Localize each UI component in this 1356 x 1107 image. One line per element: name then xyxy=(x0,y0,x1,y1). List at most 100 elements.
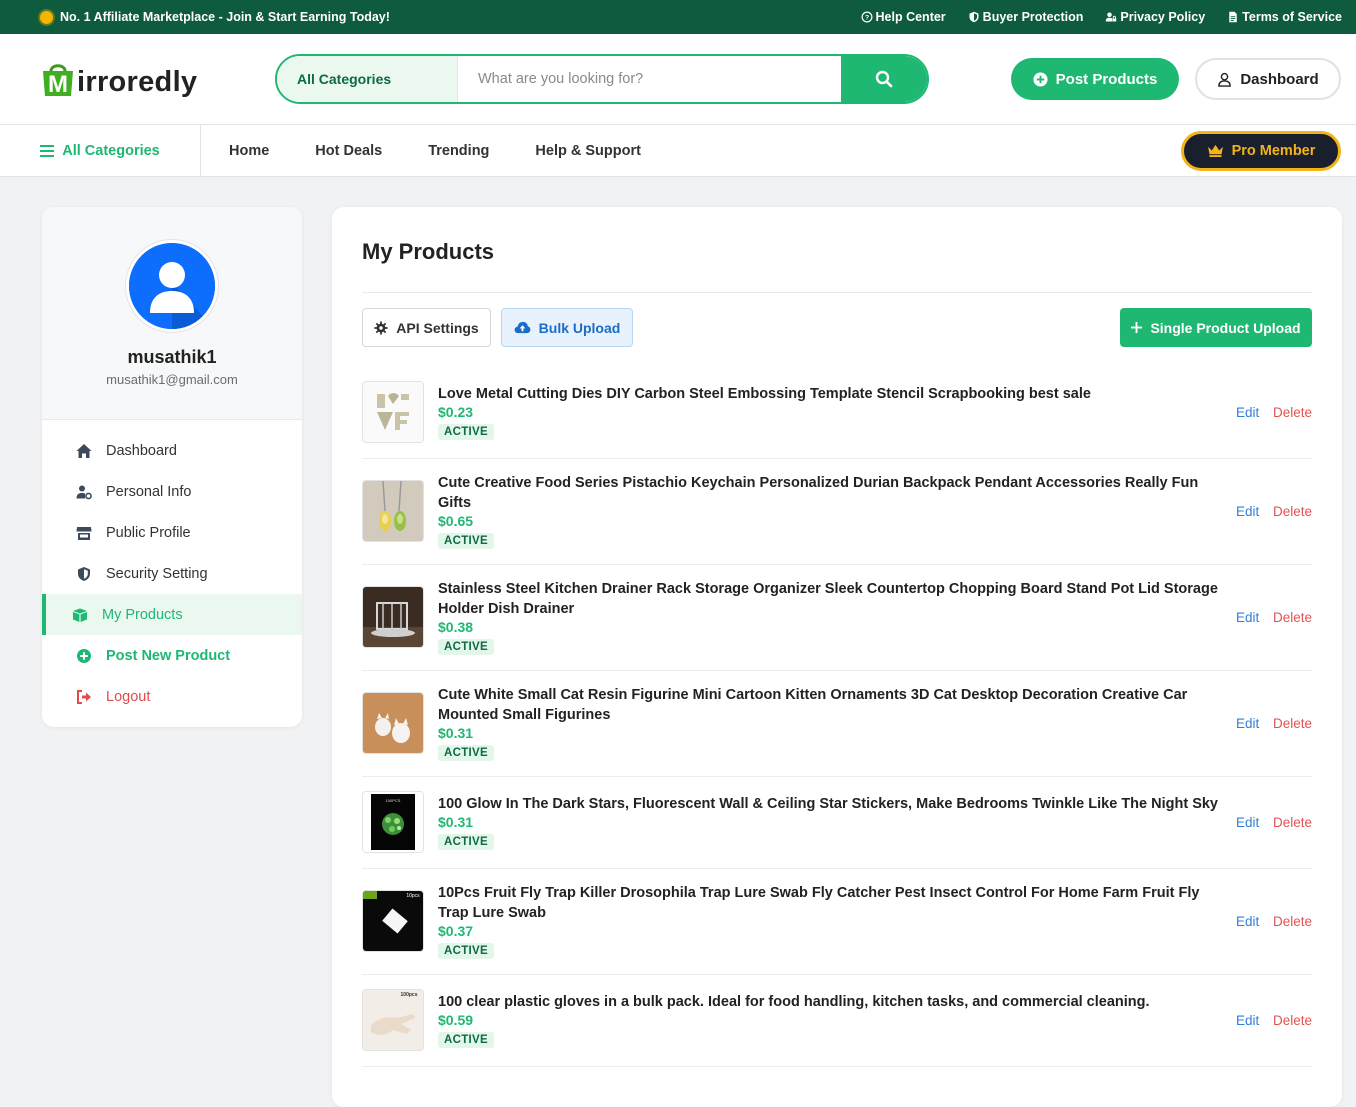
product-thumbnail[interactable] xyxy=(362,381,424,443)
product-row: Cute Creative Food Series Pistachio Keyc… xyxy=(362,459,1312,565)
product-row: Love Metal Cutting Dies DIY Carbon Steel… xyxy=(362,367,1312,459)
product-title[interactable]: Cute Creative Food Series Pistachio Keyc… xyxy=(438,473,1218,513)
product-info: Cute Creative Food Series Pistachio Keyc… xyxy=(438,473,1236,549)
user-email: musathik1@gmail.com xyxy=(106,372,238,387)
product-thumbnail[interactable] xyxy=(362,586,424,648)
edit-link[interactable]: Edit xyxy=(1236,1013,1259,1028)
product-price: $0.59 xyxy=(438,1012,474,1028)
dashboard-button[interactable]: Dashboard xyxy=(1195,58,1341,100)
product-title[interactable]: Love Metal Cutting Dies DIY Carbon Steel… xyxy=(438,384,1218,404)
shopping-bag-logo-icon: M xyxy=(40,61,76,98)
search-input[interactable]: What are you looking for? xyxy=(458,56,841,102)
product-thumbnail[interactable]: 100PCS xyxy=(362,791,424,853)
product-title[interactable]: 10Pcs Fruit Fly Trap Killer Drosophila T… xyxy=(438,883,1218,923)
edit-link[interactable]: Edit xyxy=(1236,815,1259,830)
nav-help-support[interactable]: Help & Support xyxy=(535,143,641,159)
my-products-panel: My Products API Settings Bulk Upload Sin… xyxy=(332,207,1342,1107)
sidebar-item-security[interactable]: Security Setting xyxy=(42,553,302,594)
delete-link[interactable]: Delete xyxy=(1273,914,1312,929)
product-thumbnail[interactable] xyxy=(362,480,424,542)
sidebar-item-label: Security Setting xyxy=(106,565,208,582)
sidebar-item-logout[interactable]: Logout xyxy=(42,676,302,717)
buyer-protection-link[interactable]: Buyer Protection xyxy=(968,10,1083,24)
product-thumbnail[interactable] xyxy=(362,692,424,754)
help-center-link[interactable]: ? Help Center xyxy=(861,10,946,24)
gear-icon xyxy=(374,320,388,335)
sidebar-item-label: Post New Product xyxy=(106,647,231,664)
sidebar-item-personal-info[interactable]: Personal Info xyxy=(42,471,302,512)
status-badge: ACTIVE xyxy=(438,424,494,440)
user-avatar-icon xyxy=(129,243,215,329)
post-products-label: Post Products xyxy=(1055,70,1158,88)
product-title[interactable]: Stainless Steel Kitchen Drainer Rack Sto… xyxy=(438,579,1218,619)
question-circle-icon: ? xyxy=(861,11,872,23)
single-product-upload-button[interactable]: Single Product Upload xyxy=(1120,308,1312,347)
product-row: Cute White Small Cat Resin Figurine Mini… xyxy=(362,671,1312,777)
sidebar-item-label: Personal Info xyxy=(106,483,192,500)
product-row-actions: Edit Delete xyxy=(1236,610,1312,625)
product-title[interactable]: Cute White Small Cat Resin Figurine Mini… xyxy=(438,685,1218,725)
edit-link[interactable]: Edit xyxy=(1236,716,1259,731)
delete-link[interactable]: Delete xyxy=(1273,504,1312,519)
product-row-actions: Edit Delete xyxy=(1236,405,1312,420)
sidebar-item-post-new-product[interactable]: Post New Product xyxy=(42,635,302,676)
product-title[interactable]: 100 Glow In The Dark Stars, Fluorescent … xyxy=(438,794,1218,814)
nav-hot-deals[interactable]: Hot Deals xyxy=(315,143,382,159)
bulk-upload-button[interactable]: Bulk Upload xyxy=(501,308,633,347)
fly-trap-image: 10pcs xyxy=(363,891,423,951)
header-actions: Post Products Dashboard xyxy=(1011,58,1341,100)
all-categories-label: All Categories xyxy=(62,142,160,159)
sidebar-item-dashboard[interactable]: Dashboard xyxy=(42,430,302,471)
bulk-upload-label: Bulk Upload xyxy=(538,319,621,336)
product-thumbnail[interactable]: 10pcs xyxy=(362,890,424,952)
delete-link[interactable]: Delete xyxy=(1273,610,1312,625)
api-settings-label: API Settings xyxy=(396,319,479,336)
product-thumbnail[interactable]: 100pcs xyxy=(362,989,424,1051)
delete-link[interactable]: Delete xyxy=(1273,716,1312,731)
product-row: 100pcs 100 clear plastic gloves in a bul… xyxy=(362,975,1312,1067)
product-row-actions: Edit Delete xyxy=(1236,504,1312,519)
product-row: 10pcs 10Pcs Fruit Fly Trap Killer Drosop… xyxy=(362,869,1312,975)
product-actions-toolbar: API Settings Bulk Upload Single Product … xyxy=(362,308,1312,347)
nav-trending[interactable]: Trending xyxy=(428,143,489,159)
edit-link[interactable]: Edit xyxy=(1236,504,1259,519)
logo[interactable]: M irroredly xyxy=(40,61,275,98)
logout-icon xyxy=(77,689,91,704)
product-row-actions: Edit Delete xyxy=(1236,815,1312,830)
sidebar-item-label: Logout xyxy=(106,688,151,705)
status-badge: ACTIVE xyxy=(438,745,494,761)
privacy-policy-link[interactable]: Privacy Policy xyxy=(1105,10,1205,24)
edit-link[interactable]: Edit xyxy=(1236,405,1259,420)
promo-text: No. 1 Affiliate Marketplace - Join & Sta… xyxy=(60,10,390,24)
rack-image xyxy=(363,587,423,647)
delete-link[interactable]: Delete xyxy=(1273,815,1312,830)
terms-of-service-link[interactable]: Terms of Service xyxy=(1227,10,1342,24)
page-title: My Products xyxy=(362,207,1312,293)
pro-member-button[interactable]: Pro Member xyxy=(1181,130,1341,171)
search-button[interactable] xyxy=(841,56,927,102)
search-category-select[interactable]: All Categories xyxy=(277,56,458,102)
user-icon xyxy=(1218,72,1232,87)
product-title[interactable]: 100 clear plastic gloves in a bulk pack.… xyxy=(438,992,1218,1012)
edit-link[interactable]: Edit xyxy=(1236,914,1259,929)
svg-text:10pcs: 10pcs xyxy=(406,893,420,899)
sidebar-item-public-profile[interactable]: Public Profile xyxy=(42,512,302,553)
all-categories-menu[interactable]: All Categories xyxy=(0,124,201,177)
sidebar-item-label: Public Profile xyxy=(106,524,191,541)
edit-link[interactable]: Edit xyxy=(1236,610,1259,625)
product-price: $0.65 xyxy=(438,513,474,529)
svg-text:100PCS: 100PCS xyxy=(386,798,401,803)
svg-text:M: M xyxy=(48,71,68,97)
api-settings-button[interactable]: API Settings xyxy=(362,308,491,347)
help-center-label: Help Center xyxy=(875,10,946,24)
product-list: Love Metal Cutting Dies DIY Carbon Steel… xyxy=(362,367,1312,1067)
sidebar-item-my-products[interactable]: My Products xyxy=(42,594,302,635)
product-row: Stainless Steel Kitchen Drainer Rack Sto… xyxy=(362,565,1312,671)
plus-circle-icon xyxy=(77,648,91,663)
delete-link[interactable]: Delete xyxy=(1273,405,1312,420)
post-products-button[interactable]: Post Products xyxy=(1011,58,1179,100)
nav-home[interactable]: Home xyxy=(229,143,269,159)
delete-link[interactable]: Delete xyxy=(1273,1013,1312,1028)
hamburger-icon xyxy=(40,144,55,157)
sidebar-item-label: My Products xyxy=(102,606,183,623)
